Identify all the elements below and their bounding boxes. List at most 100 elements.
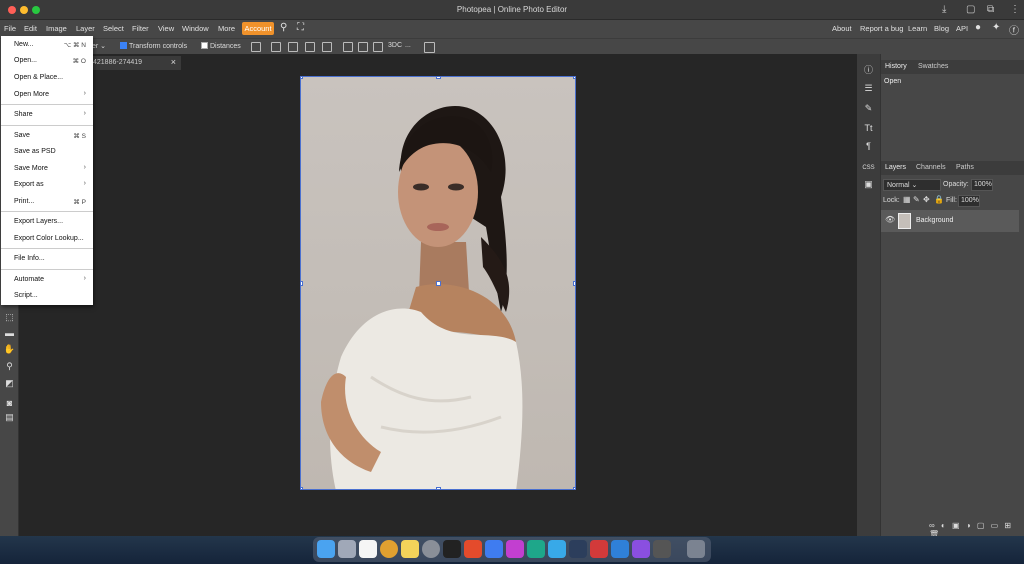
layer-row[interactable]: 👁 Background	[881, 210, 1019, 232]
info-icon[interactable]: ⓘ	[860, 62, 877, 78]
layer-select-dropdown[interactable]: er ⌄	[92, 42, 106, 50]
lock-paint-icon[interactable]: ✎	[913, 195, 920, 204]
more-options-label[interactable]: ...	[405, 42, 411, 49]
distances-checkbox[interactable]: Distances	[201, 42, 241, 50]
brush-settings-icon[interactable]: ✎	[860, 100, 877, 116]
transform-handle[interactable]	[436, 487, 441, 489]
app-icon[interactable]	[464, 540, 482, 558]
document-tab[interactable]: 421886-274419 ×	[89, 56, 181, 70]
calendar-icon[interactable]	[359, 540, 377, 558]
menu-export-color-lookup[interactable]: Export Color Lookup...	[14, 235, 84, 242]
menu-script[interactable]: Script...	[14, 292, 38, 299]
transform-controls-checkbox[interactable]: Transform controls	[120, 42, 187, 50]
transform-handle[interactable]	[301, 281, 303, 286]
menu-window[interactable]: Window	[182, 24, 209, 33]
about-link[interactable]: About	[832, 24, 852, 33]
transform-handle[interactable]	[573, 77, 575, 79]
tab-channels[interactable]: Channels	[916, 164, 946, 171]
transform-handle[interactable]	[573, 487, 575, 489]
app-icon[interactable]	[548, 540, 566, 558]
menu-export-layers[interactable]: Export Layers...	[14, 218, 63, 225]
twitter-icon[interactable]: ✦	[992, 22, 1000, 33]
transform-handle[interactable]	[436, 77, 441, 79]
properties-icon[interactable]: ☰	[860, 80, 877, 96]
opacity-input[interactable]: 100%	[971, 179, 993, 191]
app-icon[interactable]	[506, 540, 524, 558]
app-icon[interactable]	[485, 540, 503, 558]
search-icon[interactable]: ⚲	[280, 22, 287, 33]
menu-more[interactable]: More	[218, 24, 235, 33]
account-button[interactable]: Account	[242, 22, 274, 35]
system-settings-icon[interactable]	[422, 540, 440, 558]
hand-tool-icon[interactable]: ✋	[3, 344, 16, 355]
menu-save[interactable]: Save	[14, 132, 30, 139]
api-link[interactable]: API	[956, 24, 968, 33]
css-icon[interactable]: CSS	[860, 160, 877, 176]
menu-print[interactable]: Print...	[14, 198, 34, 205]
download-align-icon[interactable]	[251, 42, 261, 52]
tab-swatches[interactable]: Swatches	[918, 63, 948, 70]
menu-open-more[interactable]: Open More	[14, 91, 49, 98]
menu-layer[interactable]: Layer	[76, 24, 95, 33]
close-tab-icon[interactable]: ×	[171, 57, 176, 67]
canvas-workspace[interactable]: 421886-274419 ×	[19, 54, 857, 536]
history-item[interactable]: Open	[884, 78, 901, 85]
fullscreen-icon[interactable]: ⛶	[297, 22, 304, 33]
download-icon[interactable]: ⤓	[942, 4, 946, 15]
paragraph-icon[interactable]: ¶	[860, 138, 877, 154]
rectangle-tool-icon[interactable]: ▬	[3, 328, 16, 338]
menu-edit[interactable]: Edit	[24, 24, 37, 33]
menu-file-info[interactable]: File Info...	[14, 255, 45, 262]
trash-icon[interactable]	[687, 540, 705, 558]
tab-layers[interactable]: Layers	[885, 164, 906, 171]
app-icon[interactable]	[590, 540, 608, 558]
fill-input[interactable]: 100%	[958, 195, 980, 207]
menu-save-psd[interactable]: Save as PSD	[14, 148, 56, 155]
chrome-icon[interactable]	[380, 540, 398, 558]
align-right-icon[interactable]	[305, 42, 315, 52]
path-select-tool-icon[interactable]: ⬚	[3, 312, 16, 323]
launchpad-icon[interactable]	[338, 540, 356, 558]
blog-link[interactable]: Blog	[934, 24, 949, 33]
transform-handle[interactable]	[436, 281, 441, 286]
eye-icon[interactable]: 👁	[885, 215, 895, 224]
notes-icon[interactable]	[401, 540, 419, 558]
menu-export-as[interactable]: Export as	[14, 181, 44, 188]
transform-handle[interactable]	[301, 77, 303, 79]
distribute-spacing-icon[interactable]	[373, 42, 383, 52]
menu-open-place[interactable]: Open & Place...	[14, 74, 63, 81]
menu-share[interactable]: Share	[14, 111, 33, 118]
menu-image[interactable]: Image	[46, 24, 67, 33]
transform-handle[interactable]	[573, 281, 575, 286]
layer-name[interactable]: Background	[916, 217, 953, 224]
character-icon[interactable]: Tt	[860, 120, 877, 136]
report-bug-link[interactable]: Report a bug	[860, 24, 903, 33]
quick-mask-icon[interactable]: ◙	[3, 398, 16, 408]
more-icon[interactable]: ⋮	[1010, 4, 1020, 15]
transform-handle[interactable]	[301, 487, 303, 489]
align-center-icon[interactable]	[288, 42, 298, 52]
terminal-icon[interactable]	[443, 540, 461, 558]
finder-icon[interactable]	[317, 540, 335, 558]
image-icon[interactable]: ▣	[860, 176, 877, 192]
calculator-icon[interactable]	[653, 540, 671, 558]
vscode-icon[interactable]	[611, 540, 629, 558]
distribute-h-icon[interactable]	[343, 42, 353, 52]
learn-link[interactable]: Learn	[908, 24, 927, 33]
reddit-icon[interactable]: ●	[975, 22, 981, 33]
menu-open[interactable]: Open...	[14, 57, 37, 64]
document-icon[interactable]: ▢	[966, 4, 975, 15]
lock-move-icon[interactable]: ✥	[923, 195, 930, 204]
color-swatches-icon[interactable]: ◩	[3, 378, 16, 389]
document-canvas[interactable]	[300, 76, 576, 490]
lock-transparency-icon[interactable]: ▦	[903, 195, 911, 204]
align-left-icon[interactable]	[271, 42, 281, 52]
menu-file[interactable]: File	[4, 24, 16, 33]
extensions-icon[interactable]: ⧉	[987, 4, 994, 15]
tab-paths[interactable]: Paths	[956, 164, 974, 171]
app-icon[interactable]	[527, 540, 545, 558]
app-icon[interactable]	[632, 540, 650, 558]
app-icon[interactable]	[569, 540, 587, 558]
menu-view[interactable]: View	[158, 24, 174, 33]
lock-all-icon[interactable]: 🔒	[934, 195, 944, 204]
